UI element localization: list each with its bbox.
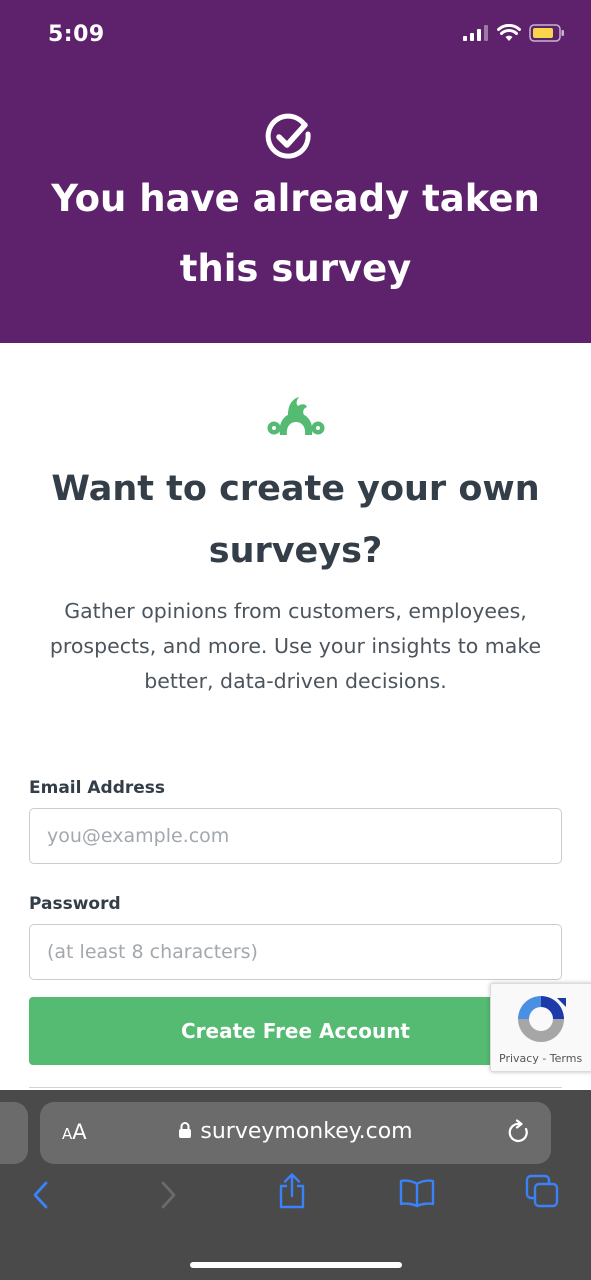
tabs-icon[interactable] <box>525 1174 559 1208</box>
battery-icon <box>529 24 564 42</box>
wifi-icon <box>497 24 521 41</box>
divider <box>29 1087 562 1088</box>
browser-chrome: AA surveymonkey.com <box>0 1090 591 1280</box>
recaptcha-badge[interactable]: Privacy - Terms <box>490 983 591 1072</box>
email-field[interactable] <box>29 808 562 864</box>
password-label: Password <box>29 894 121 914</box>
recaptcha-icon <box>518 996 566 1042</box>
hero-title-line: You have already taken <box>51 177 540 220</box>
bookmarks-icon[interactable] <box>399 1178 435 1208</box>
email-label: Email Address <box>29 778 166 798</box>
signal-icon <box>463 25 488 41</box>
hero-title: You have already taken this survey <box>40 164 551 304</box>
checkmark-circle-icon <box>265 113 311 159</box>
previous-tab-preview[interactable] <box>0 1102 28 1164</box>
cta-description-line: Gather opinions from customers, employee… <box>64 599 527 623</box>
cta-description-line: better, data-driven decisions. <box>144 669 447 693</box>
url-text: surveymonkey.com <box>200 1119 413 1144</box>
status-icons <box>463 24 565 42</box>
surveymonkey-logo-icon <box>267 397 325 435</box>
cta-heading-line: Want to create your own <box>51 469 540 509</box>
share-icon[interactable] <box>277 1172 307 1210</box>
lock-icon <box>179 1122 192 1138</box>
address-bar[interactable]: AA surveymonkey.com <box>40 1102 551 1164</box>
status-time: 5:09 <box>48 22 105 47</box>
hero-title-line: this survey <box>179 247 412 290</box>
recaptcha-links: Privacy - Terms <box>499 1052 582 1065</box>
forward-icon[interactable] <box>157 1180 179 1210</box>
recaptcha-terms-link[interactable]: Terms <box>550 1052 582 1065</box>
url-display[interactable]: surveymonkey.com <box>40 1119 551 1144</box>
status-bar: 5:09 <box>0 0 591 72</box>
cta-description-line: prospects, and more. Use your insights t… <box>49 634 542 658</box>
recaptcha-privacy-link[interactable]: Privacy <box>499 1052 539 1065</box>
back-icon[interactable] <box>30 1180 52 1210</box>
cta-heading: Want to create your own surveys? <box>40 458 551 582</box>
create-free-account-button[interactable]: Create Free Account <box>29 997 562 1065</box>
cta-description: Gather opinions from customers, employee… <box>40 594 551 699</box>
recaptcha-separator: - <box>538 1052 550 1065</box>
cta-heading-line: surveys? <box>208 531 383 571</box>
browser-toolbar <box>0 1173 591 1220</box>
reload-icon[interactable] <box>507 1119 531 1145</box>
home-indicator[interactable] <box>190 1262 402 1268</box>
already-taken-header: You have already taken this survey <box>0 72 591 343</box>
password-field[interactable] <box>29 924 562 980</box>
